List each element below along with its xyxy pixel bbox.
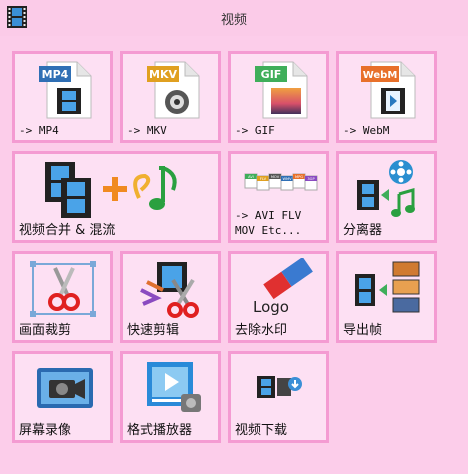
video-download-icon xyxy=(257,376,302,398)
tile-label: -> GIF xyxy=(235,124,275,137)
export-frames-icon xyxy=(355,261,420,313)
tile-fast-cut[interactable]: 快速剪辑 xyxy=(120,251,221,343)
split-av-icon xyxy=(357,160,415,217)
logo-text: Logo xyxy=(253,298,289,316)
mkv-badge-text: MKV xyxy=(149,68,177,81)
tile-label: 导出帧 xyxy=(343,323,383,338)
format-chip-label: MOV xyxy=(271,175,280,179)
fast-cut-icon xyxy=(140,262,199,318)
webm-file-icon: WebM xyxy=(361,61,416,119)
format-chip-label: FLV xyxy=(260,177,267,181)
tile-video-download[interactable]: 视频下载 xyxy=(228,351,329,443)
tile-export-frames[interactable]: 导出帧 xyxy=(336,251,437,343)
tile-format-player[interactable]: 格式播放器 xyxy=(120,351,221,443)
tile-label: 屏幕录像 xyxy=(19,423,72,438)
merge-video-music-icon xyxy=(45,162,177,218)
format-chip-label: WMV xyxy=(282,177,292,181)
tile-label: 视频合并 & 混流 xyxy=(19,223,116,238)
tile-separator[interactable]: 分离器 xyxy=(336,151,437,243)
window-title: 视频 xyxy=(220,13,247,28)
mp4-badge-text: MP4 xyxy=(42,68,69,81)
gif-file-icon: GIF xyxy=(255,61,308,119)
webm-badge-text: WebM xyxy=(363,70,398,81)
tile-convert-mp4[interactable]: MP4 -> MP4 xyxy=(12,51,113,143)
mp4-file-icon: MP4 xyxy=(39,61,92,119)
format-chip-label: MPG xyxy=(295,175,303,179)
multi-format-icon: AVI FLV MOV WMV MPG 3GP xyxy=(244,173,318,191)
tile-label: -> MP4 xyxy=(19,124,59,137)
tile-convert-mkv[interactable]: MKV -> MKV xyxy=(120,51,221,143)
gif-badge-text: GIF xyxy=(261,68,282,81)
tile-label: 快速剪辑 xyxy=(127,323,180,338)
screen-record-icon xyxy=(37,368,93,408)
tile-crop[interactable]: 画面裁剪 xyxy=(12,251,113,343)
tile-label: -> MKV xyxy=(127,124,167,137)
crop-scissors-icon xyxy=(30,261,96,317)
tile-convert-webm[interactable]: WebM -> WebM xyxy=(336,51,437,143)
eraser-logo-icon: Logo xyxy=(253,258,313,316)
title-bar: 视频 xyxy=(0,0,468,36)
tile-remove-watermark[interactable]: Logo 去除水印 xyxy=(228,251,329,343)
tile-label: 去除水印 xyxy=(235,323,288,338)
tile-convert-other[interactable]: AVI FLV MOV WMV MPG 3GP -> AVI FLV MOV Etc... xyxy=(228,151,329,243)
tile-convert-gif[interactable]: GIF -> GIF xyxy=(228,51,329,143)
tile-label: 视频下载 xyxy=(235,423,288,438)
format-chip-label: 3GP xyxy=(307,177,315,181)
tile-label: 格式播放器 xyxy=(127,423,193,438)
media-player-icon xyxy=(147,362,201,412)
tile-label: 画面裁剪 xyxy=(19,323,72,338)
tile-label: 分离器 xyxy=(343,223,383,238)
mkv-file-icon: MKV xyxy=(147,61,200,119)
tile-label: -> AVI FLV MOV Etc... xyxy=(235,209,302,237)
tile-screen-record[interactable]: 屏幕录像 xyxy=(12,351,113,443)
format-chip-label: AVI xyxy=(248,175,254,179)
tile-label: -> WebM xyxy=(343,124,390,137)
tile-merge-mix[interactable]: 视频合并 & 混流 xyxy=(12,151,221,243)
